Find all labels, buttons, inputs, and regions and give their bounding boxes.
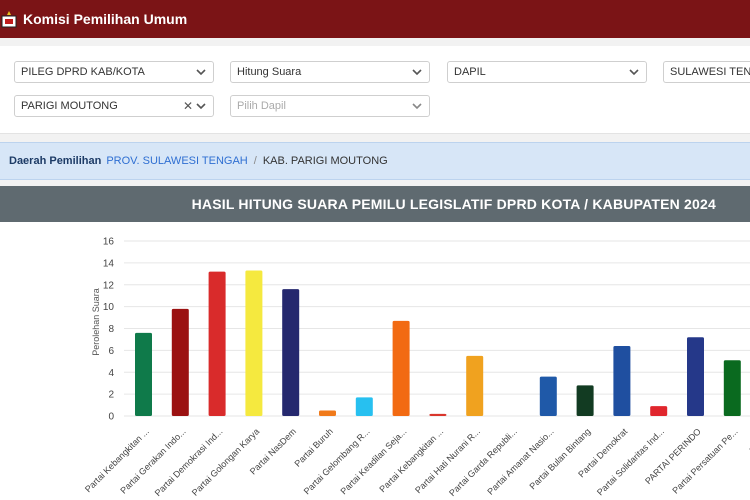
- bar[interactable]: [650, 406, 668, 416]
- dapil-select[interactable]: Pilih Dapil: [230, 95, 430, 117]
- vote-bar-chart: 0 2 4 6 8 10 12 14 16 Perolehan Suara Partai Keban…: [83, 237, 750, 498]
- chevron-down-icon: [412, 103, 422, 110]
- bar[interactable]: [208, 271, 226, 416]
- x-tick-label: Partai Demokrasi Ind...: [153, 426, 225, 498]
- y-tick-label: 12: [103, 280, 115, 291]
- x-tick-label: Partai Kebangkitan ...: [377, 426, 445, 494]
- x-tick-label: Partai Gelombang R...: [302, 426, 372, 496]
- y-tick-label: 0: [108, 412, 114, 423]
- dapil-placeholder: Pilih Dapil: [237, 100, 286, 112]
- x-tick-label: Partai Garda Republi...: [447, 426, 519, 498]
- bar[interactable]: [466, 355, 484, 416]
- bar[interactable]: [429, 413, 447, 416]
- y-tick-label: 4: [108, 368, 114, 379]
- bar[interactable]: [171, 308, 189, 416]
- bar[interactable]: [355, 397, 373, 416]
- region-type-select[interactable]: DAPIL: [447, 61, 647, 83]
- regency-value: PARIGI MOUTONG: [21, 100, 118, 112]
- election-type-select[interactable]: PILEG DPRD KAB/KOTA: [14, 61, 214, 83]
- chevron-down-icon: [629, 69, 639, 76]
- bar[interactable]: [613, 346, 631, 416]
- chart-title: HASIL HITUNG SUARA PEMILU LEGISLATIF DPR…: [0, 186, 750, 222]
- x-tick-label: Partai Solidaritas Ind...: [595, 426, 666, 497]
- x-tick-label: Partai Keadilan Seja...: [338, 426, 408, 496]
- bar[interactable]: [319, 410, 336, 416]
- x-tick-label: Partai Amanat Nasio...: [485, 426, 555, 496]
- x-tick-label: Partai Kebangkitan ...: [83, 426, 151, 494]
- bar[interactable]: [135, 332, 152, 416]
- y-tick-label: 14: [103, 258, 115, 269]
- bar[interactable]: [282, 289, 300, 416]
- chevron-down-icon: [196, 103, 206, 110]
- kpu-logo-icon[interactable]: [0, 8, 18, 30]
- y-tick-label: 6: [108, 346, 114, 357]
- chevron-down-icon: [412, 69, 422, 76]
- x-tick-label: Partai Persatuan Pe...: [670, 426, 739, 495]
- region-type-value: DAPIL: [454, 66, 486, 78]
- breadcrumb-label: Daerah Pemilihan: [9, 155, 102, 167]
- bar[interactable]: [576, 385, 594, 416]
- regency-select[interactable]: PARIGI MOUTONG ✕: [14, 95, 214, 117]
- province-select[interactable]: SULAWESI TENGAH: [663, 61, 750, 83]
- top-bar: Komisi Pemilihan Umum: [0, 0, 750, 38]
- y-tick-label: 8: [108, 324, 114, 335]
- x-tick-label: Partai Golongan Karya: [190, 426, 261, 497]
- y-tick-label: 2: [108, 390, 114, 401]
- filter-panel: PILEG DPRD KAB/KOTA Hitung Suara DAPIL S…: [0, 46, 750, 134]
- app-title[interactable]: Komisi Pemilihan Umum: [23, 11, 187, 27]
- breadcrumb-separator: /: [253, 155, 257, 167]
- bar[interactable]: [245, 270, 263, 416]
- bar[interactable]: [392, 320, 410, 416]
- y-tick-label: 10: [103, 302, 115, 313]
- clear-icon[interactable]: ✕: [183, 99, 193, 113]
- count-type-select[interactable]: Hitung Suara: [230, 61, 430, 83]
- x-tick-label: Partai Gerakan Indo...: [118, 426, 187, 495]
- y-axis-label: Perolehan Suara: [91, 288, 101, 356]
- x-tick-label: Partai Hati Nurani R...: [413, 426, 482, 495]
- x-tick-label: Partai Bulan Bintang: [527, 426, 592, 491]
- count-type-value: Hitung Suara: [237, 66, 302, 78]
- province-value: SULAWESI TENGAH: [670, 66, 750, 78]
- bar[interactable]: [723, 360, 741, 416]
- bar[interactable]: [539, 376, 557, 416]
- chart-card: HASIL HITUNG SUARA PEMILU LEGISLATIF DPR…: [0, 186, 750, 500]
- breadcrumb: Daerah Pemilihan PROV. SULAWESI TENGAH /…: [0, 142, 750, 180]
- bar[interactable]: [687, 337, 704, 416]
- election-type-value: PILEG DPRD KAB/KOTA: [21, 66, 145, 78]
- chevron-down-icon: [196, 69, 206, 76]
- breadcrumb-province-link[interactable]: PROV. SULAWESI TENGAH: [106, 155, 247, 167]
- y-tick-label: 16: [103, 237, 115, 248]
- breadcrumb-current: KAB. PARIGI MOUTONG: [262, 155, 388, 167]
